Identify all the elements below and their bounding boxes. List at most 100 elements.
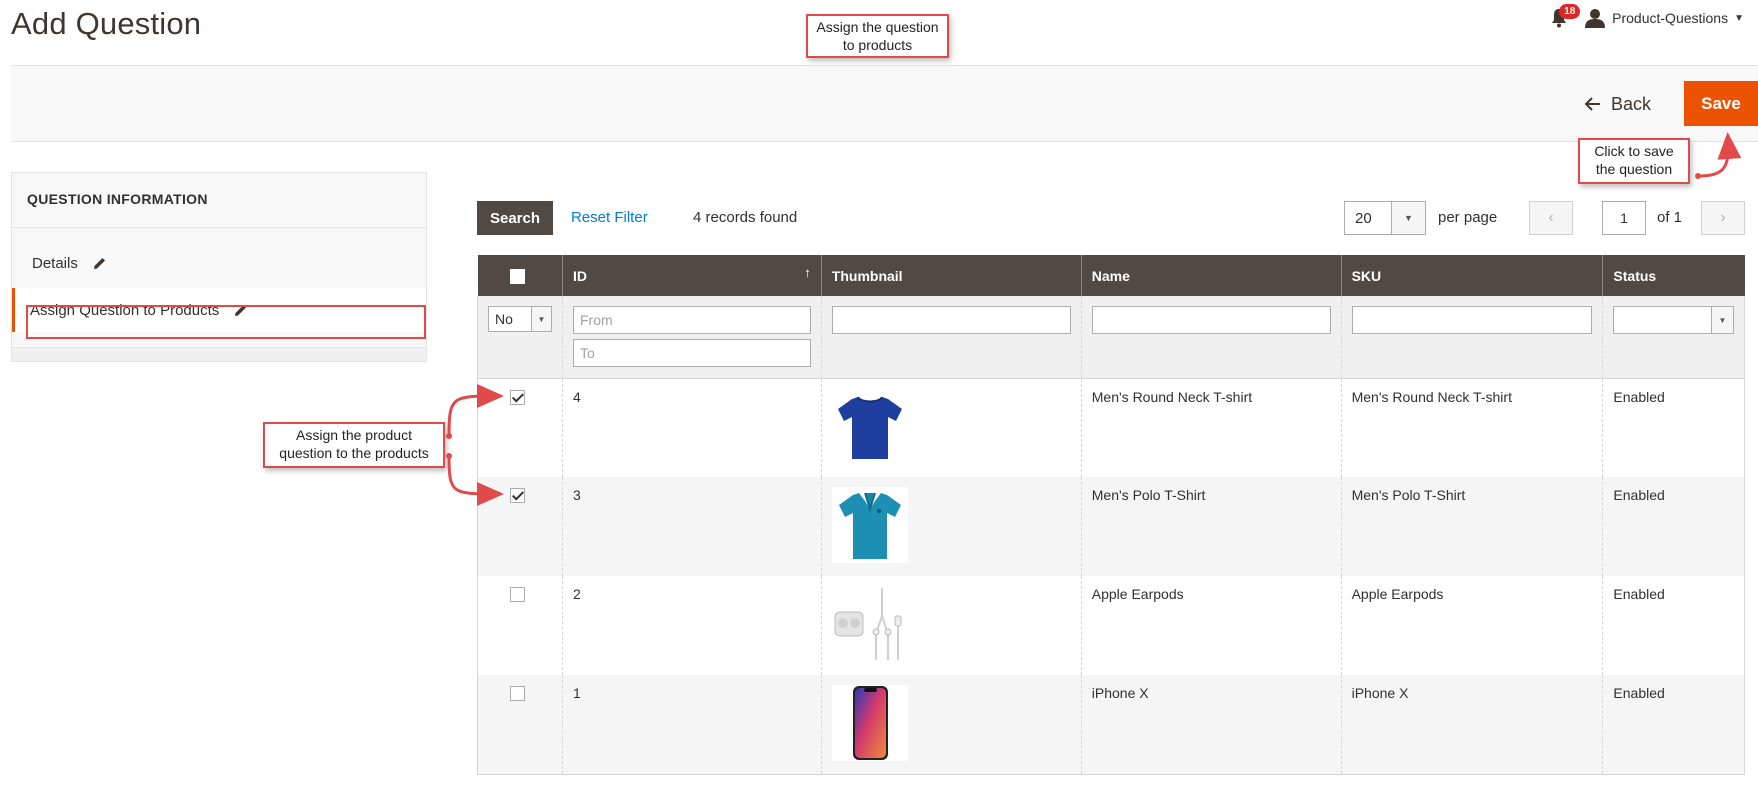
chevron-down-icon: ▼ (1711, 307, 1733, 333)
records-count: 4 records found (693, 209, 798, 226)
page-number-input[interactable]: 1 (1602, 201, 1646, 235)
panel-title: QUESTION INFORMATION (27, 191, 208, 207)
notifications-button[interactable]: 18 (1544, 4, 1581, 31)
callout-assign-top-text: Assign the question to products (816, 19, 939, 53)
table-row[interactable]: 1 iPhone X iPhone X Enabled (477, 675, 1745, 775)
cell-sku: Men's Polo T-Shirt (1340, 477, 1603, 576)
question-information-panel: QUESTION INFORMATION Details Assign Ques… (11, 172, 427, 362)
cell-sku: Men's Round Neck T-shirt (1340, 378, 1603, 477)
arrow-left-icon (1584, 97, 1600, 111)
cell-sku: Apple Earpods (1340, 576, 1603, 675)
grid-toolbar: Search Reset Filter 4 records found 20 ▼… (477, 201, 1745, 235)
sidebar-item-details[interactable]: Details (12, 241, 426, 285)
header-actions: 18 Product-Questions ▼ (1544, 4, 1744, 32)
per-page-label: per page (1438, 209, 1498, 226)
in-products-filter-value: No (495, 311, 513, 327)
sort-ascending-icon: ↑ (804, 265, 811, 280)
cell-status: Enabled (1602, 576, 1745, 675)
sidebar-item-label: Details (32, 254, 78, 272)
row-checkbox[interactable] (510, 686, 525, 701)
thumbnail-filter-input[interactable] (831, 306, 1071, 334)
filter-row: No ▼ From To ▼ (477, 296, 1745, 379)
cell-thumbnail (820, 477, 1082, 576)
per-page-select[interactable]: 20 ▼ (1344, 201, 1426, 235)
table-row[interactable]: 2 Apple Earpods Apple Earpods Enabled (477, 576, 1745, 675)
back-label: Back (1610, 93, 1651, 114)
column-header-label: Thumbnail (831, 267, 903, 284)
chevron-down-icon: ▼ (531, 307, 551, 331)
save-button[interactable]: Save (1684, 81, 1758, 126)
in-products-filter-select[interactable]: No ▼ (488, 306, 552, 332)
table-row[interactable]: 3 Men's Polo T-Shirt Men's Polo T-Shirt … (477, 477, 1745, 576)
per-page-value: 20 (1355, 210, 1372, 227)
callout-save: Click to save the question (1578, 138, 1690, 184)
cell-name: Apple Earpods (1080, 576, 1342, 675)
cell-thumbnail (820, 576, 1082, 675)
chevron-left-icon: ‹ (1548, 209, 1554, 226)
cell-name: Men's Polo T-Shirt (1080, 477, 1342, 576)
page-title: Add Question (11, 6, 202, 41)
cell-thumbnail (820, 675, 1082, 775)
search-button[interactable]: Search (477, 201, 553, 235)
panel-divider (12, 227, 426, 228)
cell-id: 2 (562, 576, 822, 675)
column-header-sku[interactable]: SKU (1340, 255, 1603, 296)
user-icon (1585, 9, 1606, 28)
id-to-input[interactable]: To (573, 339, 811, 367)
sidebar-item-label: Assign Question to Products (30, 301, 220, 319)
name-filter-input[interactable] (1091, 306, 1331, 334)
cell-thumbnail (820, 378, 1082, 477)
row-checkbox[interactable] (510, 587, 525, 602)
callout-save-text: Click to save the question (1594, 143, 1674, 177)
polo-thumbnail-image (831, 487, 908, 563)
sku-filter-input[interactable] (1351, 306, 1593, 334)
table-row[interactable]: 4 Men's Round Neck T-shirt Men's Round N… (477, 378, 1745, 477)
user-menu[interactable]: Product-Questions ▼ (1584, 8, 1744, 28)
status-filter-select[interactable]: ▼ (1613, 306, 1734, 334)
column-header-name[interactable]: Name (1080, 255, 1342, 296)
previous-page-button[interactable]: ‹ (1529, 201, 1573, 235)
chevron-right-icon: › (1720, 209, 1726, 226)
cell-id: 3 (562, 477, 822, 576)
tshirt-thumbnail-image (831, 388, 908, 465)
sidebar-item-assign-products[interactable]: Assign Question to Products (12, 288, 426, 332)
cell-name: Men's Round Neck T-shirt (1080, 378, 1342, 477)
pencil-icon (235, 304, 247, 316)
column-header-label: ID (573, 267, 587, 284)
column-header-status[interactable]: Status (1602, 255, 1745, 296)
cell-sku: iPhone X (1340, 675, 1603, 775)
panel-footer (12, 347, 426, 361)
iphone-thumbnail-image (831, 685, 908, 761)
cell-id: 1 (562, 675, 822, 775)
column-header-id[interactable]: ID ↑ (562, 255, 822, 296)
page-total: of 1 (1657, 209, 1683, 226)
cell-name: iPhone X (1080, 675, 1342, 775)
column-header-label: SKU (1351, 267, 1382, 284)
callout-assign-top: Assign the question to products (806, 14, 949, 58)
notifications-count-badge: 18 (1559, 4, 1581, 19)
id-from-input[interactable]: From (573, 306, 811, 334)
products-grid: ID ↑ Thumbnail Name SKU Status No ▼ From T… (477, 255, 1745, 775)
column-header-select[interactable] (477, 255, 563, 296)
callout-assign-left-text: Assign the product question to the produ… (279, 427, 429, 461)
user-name: Product-Questions (1612, 10, 1729, 26)
reset-filter-link[interactable]: Reset Filter (571, 209, 648, 226)
row-checkbox[interactable] (510, 389, 525, 405)
earpods-thumbnail-image (831, 586, 908, 662)
row-checkbox[interactable] (510, 488, 525, 503)
next-page-button[interactable]: › (1701, 201, 1745, 235)
callout-assign-left: Assign the product question to the produ… (263, 422, 445, 468)
column-header-label: Status (1613, 267, 1657, 284)
column-header-label: Name (1091, 267, 1130, 284)
cell-id: 4 (562, 378, 822, 477)
caret-down-icon: ▼ (1734, 12, 1744, 24)
cell-status: Enabled (1602, 675, 1745, 775)
column-header-thumbnail[interactable]: Thumbnail (820, 255, 1082, 296)
select-all-checkbox[interactable] (509, 268, 525, 284)
pencil-icon (93, 257, 105, 269)
cell-status: Enabled (1602, 378, 1745, 477)
cell-status: Enabled (1602, 477, 1745, 576)
chevron-down-icon[interactable]: ▼ (1391, 202, 1425, 234)
page-actions-bar: Back Save (11, 65, 1758, 142)
back-button[interactable]: Back (1575, 84, 1661, 124)
